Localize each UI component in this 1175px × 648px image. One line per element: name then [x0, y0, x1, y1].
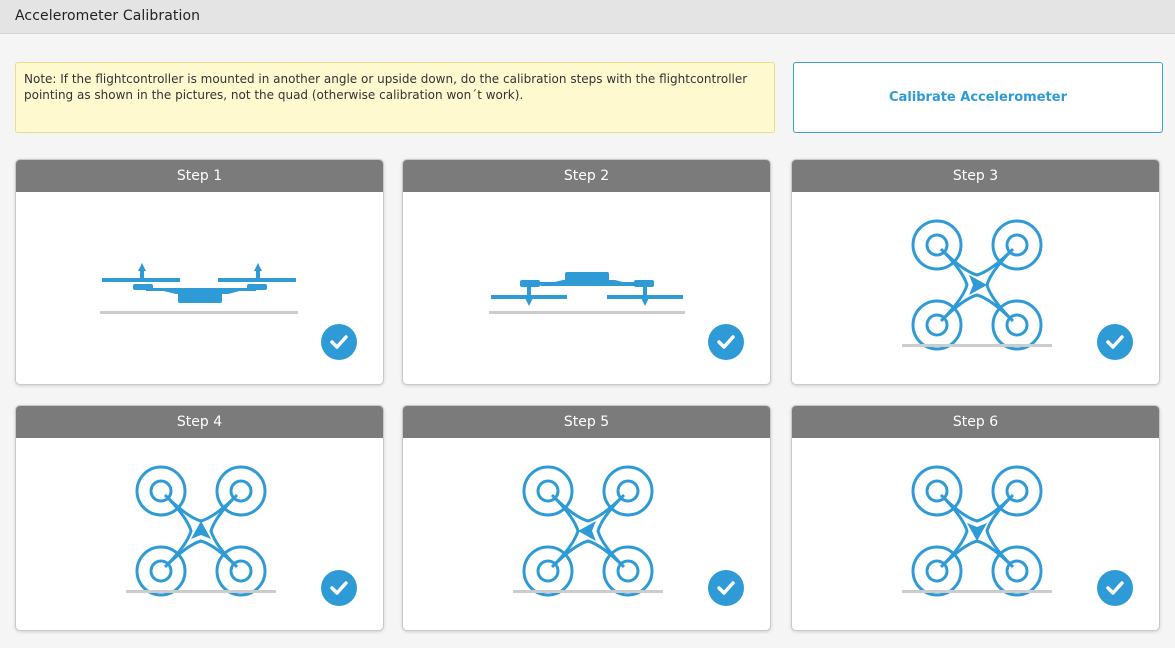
step-card-2: Step 2 [402, 159, 771, 385]
checkmark-icon [708, 324, 744, 360]
checkmark-icon [1097, 570, 1133, 606]
step-title: Step 3 [792, 160, 1159, 192]
page-title: Accelerometer Calibration [15, 8, 201, 24]
step-title: Step 4 [16, 406, 383, 438]
mounting-note: Note: If the flightcontroller is mounted… [15, 62, 775, 133]
step-card-6: Step 6 [791, 405, 1160, 631]
checkmark-icon [1097, 324, 1133, 360]
step-title: Step 5 [403, 406, 770, 438]
step-card-4: Step 4 [15, 405, 384, 631]
panel-header: Accelerometer Calibration [0, 0, 1175, 34]
checkmark-icon [708, 570, 744, 606]
checkmark-icon [321, 570, 357, 606]
step-card-1: Step 1 [15, 159, 384, 385]
step-title: Step 2 [403, 160, 770, 192]
step-title: Step 6 [792, 406, 1159, 438]
step-title: Step 1 [16, 160, 383, 192]
calibrate-accelerometer-button[interactable]: Calibrate Accelerometer [793, 62, 1163, 133]
step-card-3: Step 3 [791, 159, 1160, 385]
checkmark-icon [321, 324, 357, 360]
step-card-5: Step 5 [402, 405, 771, 631]
